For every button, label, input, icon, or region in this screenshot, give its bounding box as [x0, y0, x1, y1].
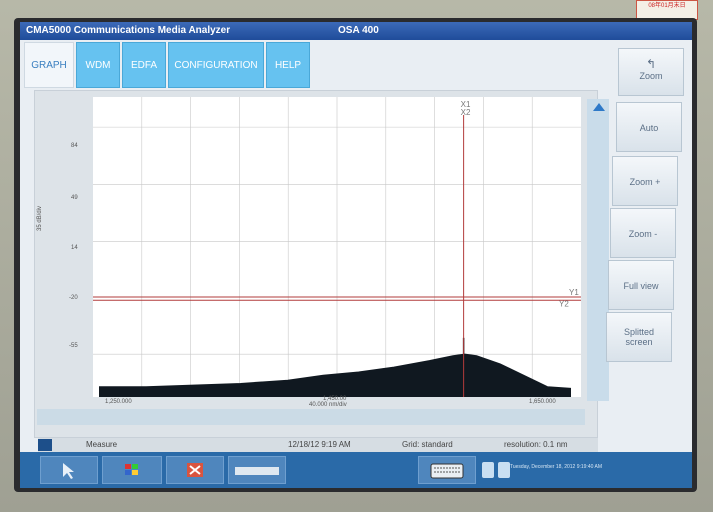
tab-wdm[interactable]: WDM — [76, 42, 120, 88]
windows-button[interactable] — [102, 456, 162, 484]
full-view-button[interactable]: Full view — [608, 260, 674, 310]
split-screen-button[interactable]: Splitted screen — [606, 312, 672, 362]
status-bar: Measure 12/18/12 9:19 AM Grid: standard … — [38, 438, 598, 452]
marker-y1-label: Y1 — [569, 288, 579, 297]
auto-button[interactable]: Auto — [616, 102, 682, 152]
tab-graph[interactable]: GRAPH — [24, 42, 74, 88]
power-icon — [498, 462, 510, 478]
status-grid: Grid: standard — [402, 440, 453, 449]
blank-bar — [235, 467, 279, 475]
status-datetime: 12/18/12 9:19 AM — [288, 440, 351, 449]
graph-panel: 35 dB/div 84 49 14 -20 -55 X1 X2 Y1 Y2 1,25… — [34, 90, 609, 438]
zoom-back-button[interactable]: ↰ Zoom — [618, 48, 684, 96]
pointer-icon — [63, 463, 74, 479]
sticker-label: 08年01月末日 — [636, 0, 698, 20]
windows-icon — [125, 464, 138, 475]
x-tick: 1,650.000 — [529, 399, 556, 405]
y-tick: -55 — [69, 343, 78, 349]
x-tick: 1,250.000 — [105, 399, 132, 405]
y-tick: 49 — [71, 195, 78, 201]
tab-edfa[interactable]: EDFA — [122, 42, 166, 88]
zoom-out-button[interactable]: Zoom - — [610, 208, 676, 258]
status-measure: Measure — [86, 440, 118, 449]
zoom-back-label: Zoom — [639, 71, 663, 81]
module-title: OSA 400 — [338, 25, 379, 36]
plot-area[interactable]: X1 X2 Y1 Y2 — [93, 97, 581, 397]
status-indicator — [38, 439, 52, 451]
horizontal-scrollbar[interactable] — [37, 409, 585, 425]
keyboard-icon — [430, 463, 464, 479]
noise-floor-fill — [99, 354, 571, 397]
spectrum-plot: X1X2Y1Y2 — [93, 97, 581, 397]
tab-help[interactable]: HELP — [266, 42, 310, 88]
zoom-in-button[interactable]: Zoom + — [612, 156, 678, 206]
close-button[interactable] — [166, 456, 224, 484]
x-axis-unit: 40.000 nm/div — [309, 402, 347, 408]
taskbar-date: Tuesday, December 18, 2012 9:19:40 AM — [510, 464, 602, 470]
app-title: CMA5000 Communications Media Analyzer — [26, 25, 231, 36]
y-tick: -20 — [69, 295, 78, 301]
battery-icon — [482, 462, 494, 478]
close-icon — [187, 463, 203, 477]
marker-y2-label: Y2 — [559, 299, 569, 308]
keyboard-button[interactable] — [418, 456, 476, 484]
y-tick: 84 — [71, 143, 78, 149]
scroll-up-icon[interactable] — [593, 103, 605, 111]
tab-configuration[interactable]: CONFIGURATION — [168, 42, 264, 88]
marker-x2-label: X2 — [461, 108, 471, 117]
blank-button[interactable] — [228, 456, 286, 484]
taskbar: Tuesday, December 18, 2012 9:19:40 AM — [20, 452, 692, 488]
title-bar: CMA5000 Communications Media Analyzer OS… — [20, 22, 692, 40]
display-area: CMA5000 Communications Media Analyzer OS… — [20, 22, 692, 488]
status-resolution: resolution: 0.1 nm — [504, 440, 568, 449]
y-axis-unit: 35 dB/div — [37, 205, 43, 231]
y-tick: 14 — [71, 245, 78, 251]
arrow-up-left-icon: ↰ — [645, 57, 657, 71]
pointer-button[interactable] — [40, 456, 98, 484]
